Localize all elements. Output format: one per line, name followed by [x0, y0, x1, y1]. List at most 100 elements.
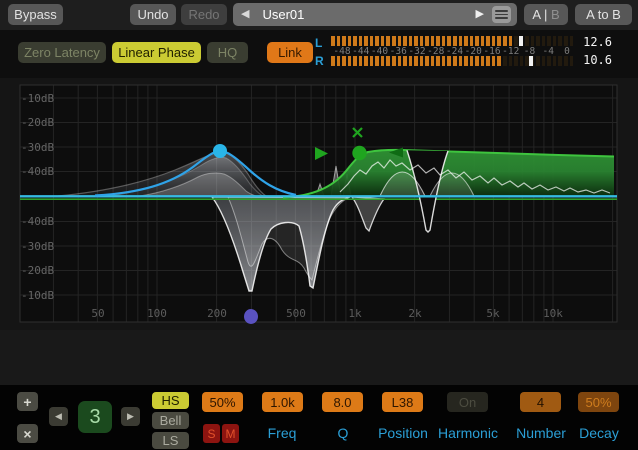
preset-prev-icon[interactable]: ◀ [241, 9, 249, 20]
q-value-button[interactable]: 8.0 [322, 392, 363, 412]
zero-latency-button[interactable]: Zero Latency [18, 42, 106, 63]
meter-segment [547, 56, 551, 66]
meter-segment [348, 56, 352, 66]
meter-segment [359, 56, 363, 66]
meter-segment [431, 56, 435, 66]
meter-segment [503, 56, 507, 66]
meter-segment [553, 36, 557, 46]
position-value-button[interactable]: L38 [382, 392, 423, 412]
meter-segment [459, 36, 463, 46]
filter-type-ls-button[interactable]: LS [152, 432, 189, 449]
meter-segment [514, 36, 518, 46]
link-button[interactable]: Link [267, 42, 313, 63]
meter-segment [348, 36, 352, 46]
meter-segment [420, 36, 424, 46]
ab-toggle-button[interactable]: A | B [524, 4, 568, 25]
preset-bar[interactable]: ◀ User01 ▶ [233, 3, 517, 26]
meter-segment [398, 36, 402, 46]
meter-segment [475, 36, 479, 46]
meter-segment [553, 56, 557, 66]
meter-segment [436, 56, 440, 66]
number-value-button[interactable]: 4 [520, 392, 561, 412]
meter-segment [442, 56, 446, 66]
right-meter-value: 10.6 [562, 53, 612, 67]
db-tick-label: -40dB [21, 215, 54, 228]
undo-button[interactable]: Undo [130, 4, 176, 25]
preset-next-icon[interactable]: ▶ [476, 9, 484, 20]
decay-label: Decay [579, 425, 619, 441]
linear-phase-button[interactable]: Linear Phase [112, 42, 201, 63]
meter-segment [386, 56, 390, 66]
meter-segment [470, 56, 474, 66]
meter-segment [503, 36, 507, 46]
filter-type-hs-button[interactable]: HS [152, 392, 189, 409]
mute-button[interactable]: M [222, 424, 239, 443]
meter-segment [475, 56, 479, 66]
freq-tick-label: 100 [147, 307, 167, 320]
a-to-b-button[interactable]: A to B [575, 4, 632, 25]
meter-segment [375, 56, 379, 66]
meter-segment [337, 56, 341, 66]
left-meter-value: 12.6 [562, 35, 612, 49]
preset-menu-icon[interactable] [492, 6, 511, 23]
meter-segment [536, 56, 540, 66]
eq-graph[interactable] [0, 78, 638, 330]
db-tick-label: -10dB [21, 92, 54, 105]
meter-segment [509, 56, 513, 66]
solo-button[interactable]: S [203, 424, 220, 443]
band-number-display: 3 [78, 401, 112, 433]
filter-type-bell-button[interactable]: Bell [152, 412, 189, 429]
q-label: Q [338, 425, 349, 441]
next-band-button[interactable]: ▶ [121, 407, 140, 426]
meter-segment [442, 36, 446, 46]
ab-right-label: B [551, 7, 560, 22]
meter-segment [431, 36, 435, 46]
position-label: Position [378, 425, 428, 441]
meter-segment [464, 56, 468, 66]
meter-segment [414, 56, 418, 66]
inactive-band-handle[interactable] [244, 309, 258, 324]
meter-segment [342, 36, 346, 46]
db-tick-label: -10dB [21, 289, 54, 302]
freq-tick-label: 500 [286, 307, 306, 320]
meter-segment [481, 56, 485, 66]
freq-tick-label: 5k [486, 307, 499, 320]
freq-value-button[interactable]: 1.0k [262, 392, 303, 412]
hq-button[interactable]: HQ [207, 42, 248, 63]
freq-tick-label: 1k [348, 307, 361, 320]
prev-band-button[interactable]: ◀ [49, 407, 68, 426]
bypass-button[interactable]: Bypass [8, 4, 63, 25]
freq-tick-label: 2k [408, 307, 421, 320]
meter-segment [447, 36, 451, 46]
redo-button[interactable]: Redo [181, 4, 227, 25]
harmonic-value-button[interactable]: On [447, 392, 488, 412]
db-tick-label: -30dB [21, 141, 54, 154]
right-level-meter [331, 56, 575, 66]
bell-band-handle[interactable] [213, 144, 227, 158]
meter-segment [381, 36, 385, 46]
remove-band-button[interactable]: × [17, 424, 38, 443]
number-label: Number [516, 425, 566, 441]
meter-segment [414, 36, 418, 46]
freq-tick-label: 10k [543, 307, 563, 320]
top-bar: Bypass Undo Redo ◀ User01 ▶ A | B A to B [0, 0, 638, 30]
meter-segment [486, 56, 490, 66]
meter-segment [497, 56, 501, 66]
freq-tick-label: 200 [207, 307, 227, 320]
meter-segment [353, 56, 357, 66]
meter-segment [331, 56, 335, 66]
meter-segment [525, 36, 529, 46]
add-band-button[interactable]: + [17, 392, 38, 411]
decay-value-button[interactable]: 50% [578, 392, 619, 412]
meter-segment [459, 56, 463, 66]
meter-segment [403, 56, 407, 66]
footer-bar: NUGEN Audio Stereoplacer Analysis Pre [0, 330, 638, 385]
meter-segment [392, 56, 396, 66]
meter-segment [331, 36, 335, 46]
meter-segment [453, 56, 457, 66]
preset-name[interactable]: User01 [262, 7, 304, 22]
gain-value-button[interactable]: 50% [202, 392, 243, 412]
right-peak-marker [529, 56, 534, 66]
shelf-band-handle[interactable] [352, 146, 366, 160]
meter-segment [403, 36, 407, 46]
